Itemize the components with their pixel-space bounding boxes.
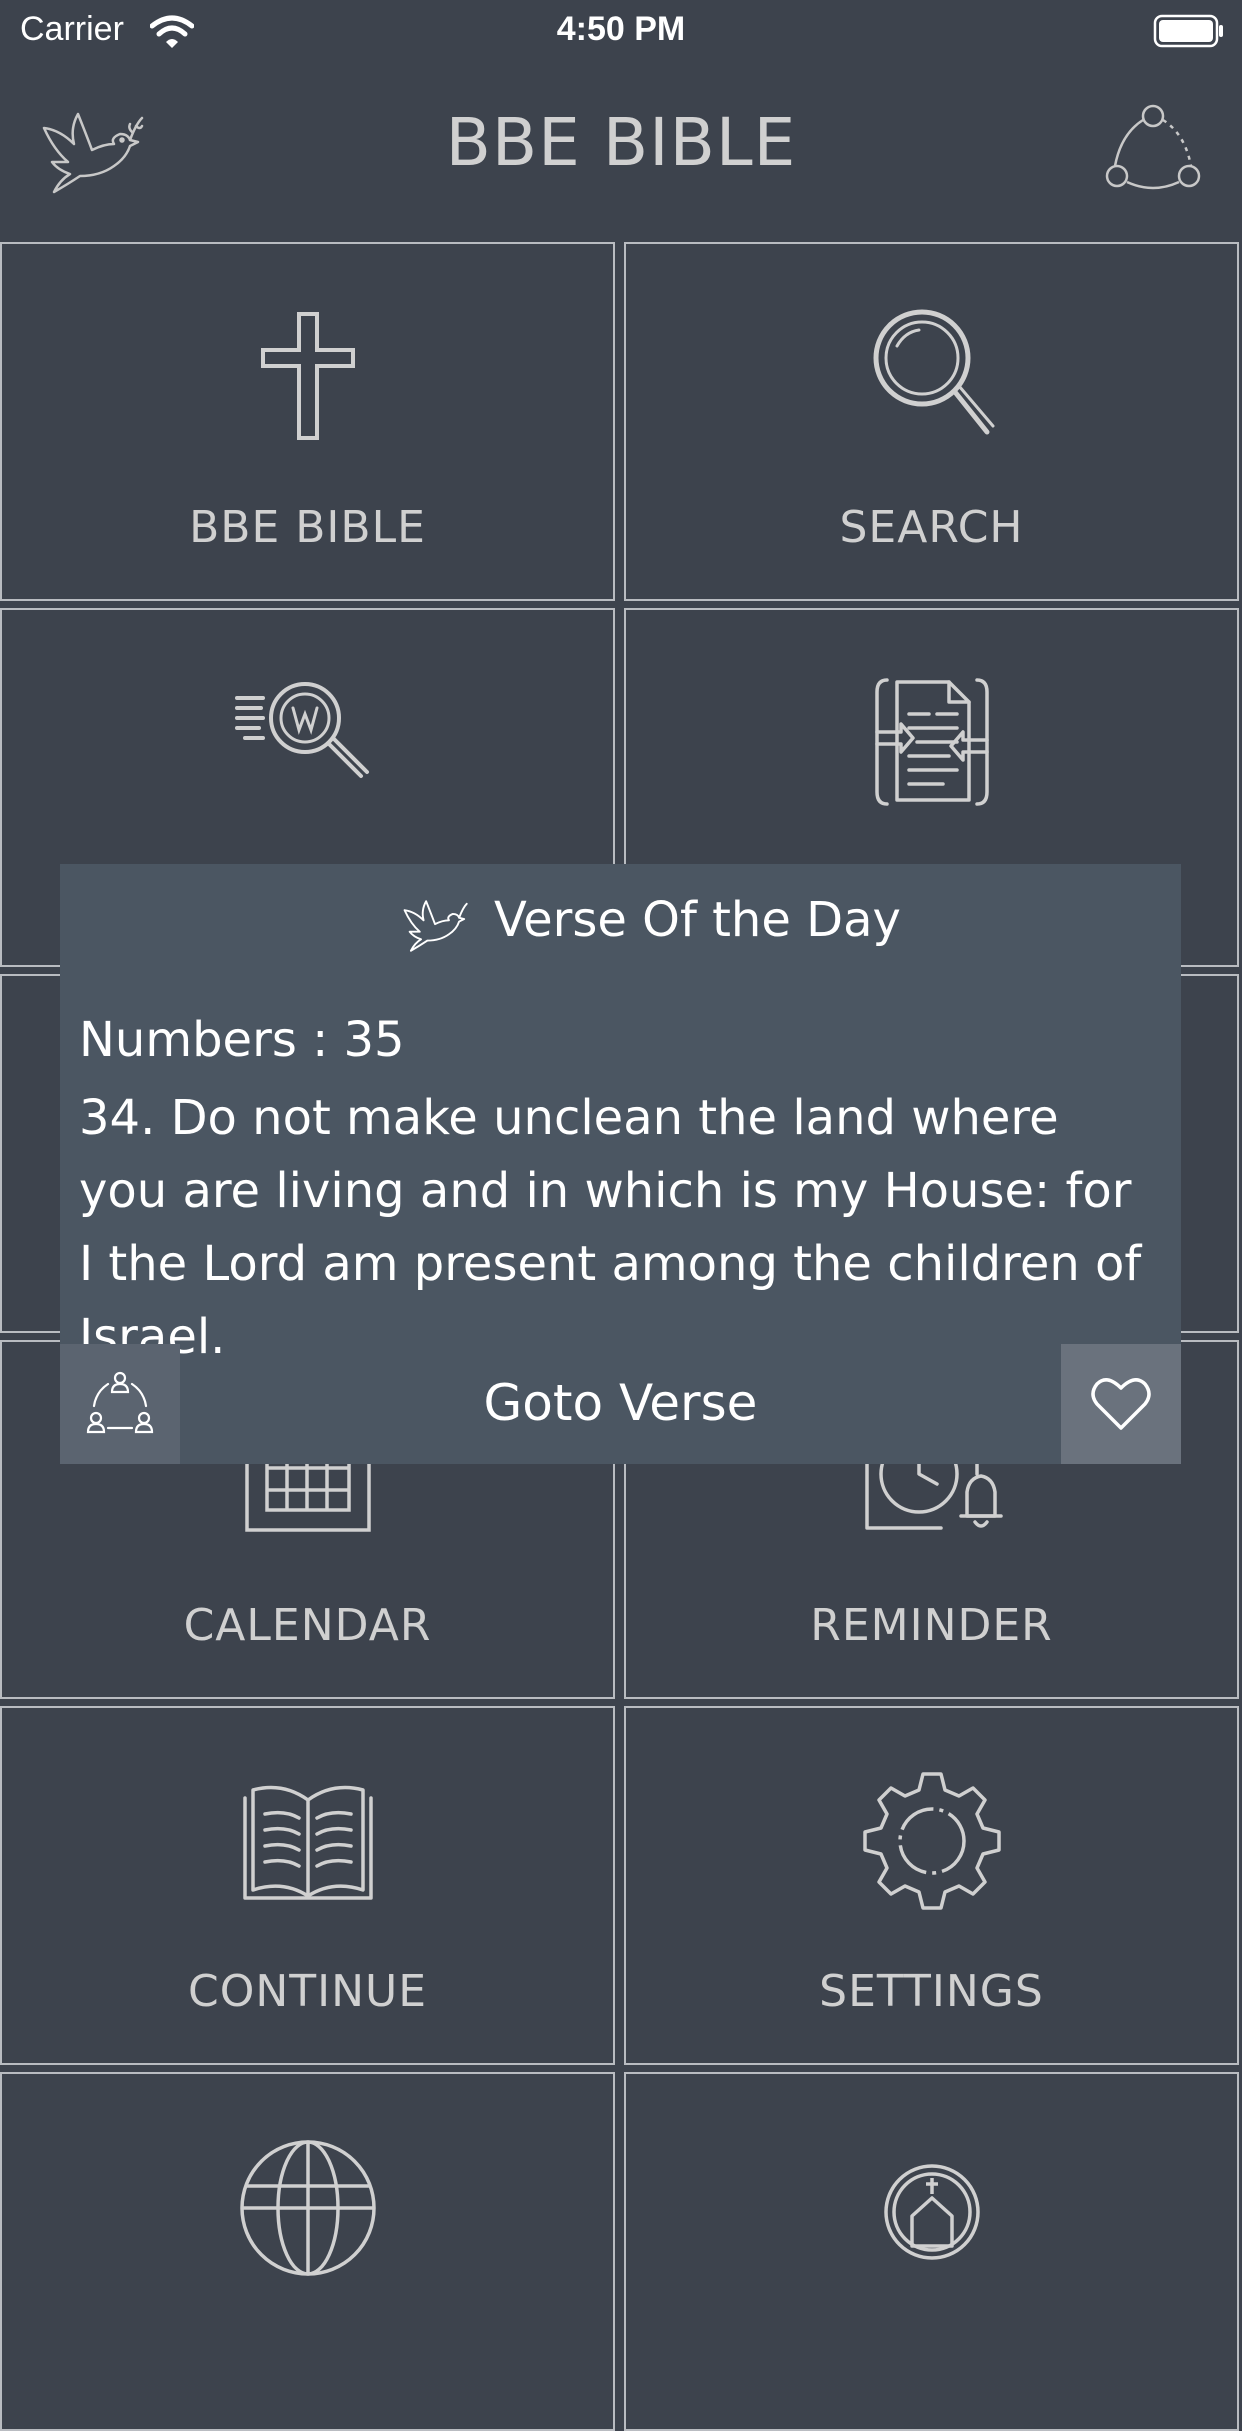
- status-bar: Carrier 4:50 PM: [0, 0, 1242, 62]
- open-book-icon: [242, 1785, 373, 1900]
- tile-label: REMINDER: [810, 1600, 1053, 1651]
- share-verse-button[interactable]: [60, 1344, 180, 1464]
- app-header: BBE BIBLE: [0, 62, 1242, 242]
- tile-settings[interactable]: SETTINGS: [624, 1706, 1239, 2065]
- people-share-icon: [86, 1371, 154, 1434]
- tile-label: SETTINGS: [819, 1966, 1044, 2017]
- tile-church[interactable]: [624, 2072, 1239, 2431]
- cross-icon: [260, 312, 355, 440]
- word-search-icon: [234, 682, 369, 778]
- tile-label: SEARCH: [839, 502, 1024, 553]
- document-transfer-icon: [874, 678, 989, 806]
- dove-icon: [403, 900, 468, 952]
- globe-icon: [239, 2140, 376, 2276]
- tile-label: CONTINUE: [187, 1966, 428, 2017]
- tile-label: BBE BIBLE: [189, 502, 426, 553]
- app-title: BBE BIBLE: [445, 104, 797, 181]
- battery-icon: [1153, 14, 1223, 48]
- popup-footer: Goto Verse: [60, 1344, 1181, 1464]
- tile-continue[interactable]: CONTINUE: [0, 1706, 615, 2065]
- verse-of-the-day-popup: Verse Of the Day Numbers : 35 34. Do not…: [60, 864, 1181, 1464]
- tile-label: CALENDAR: [183, 1600, 432, 1651]
- church-icon: [883, 2164, 980, 2260]
- gear-icon: [862, 1772, 1001, 1910]
- heart-icon: [1091, 1378, 1151, 1430]
- tile-globe[interactable]: [0, 2072, 615, 2431]
- status-time: 4:50 PM: [556, 10, 686, 48]
- verse-reference: Numbers : 35: [79, 1012, 405, 1068]
- verse-text: 34. Do not make unclean the land where y…: [79, 1090, 1142, 1365]
- tile-search[interactable]: SEARCH: [624, 242, 1239, 601]
- popup-header: Verse Of the Day: [60, 864, 1181, 984]
- share-icon[interactable]: [1105, 104, 1201, 200]
- magnifier-icon: [873, 309, 994, 435]
- popup-title: Verse Of the Day: [494, 892, 901, 948]
- goto-verse-button[interactable]: Goto Verse: [180, 1344, 1061, 1464]
- favorite-button[interactable]: [1061, 1344, 1181, 1464]
- tile-bbe-bible[interactable]: BBE BIBLE: [0, 242, 615, 601]
